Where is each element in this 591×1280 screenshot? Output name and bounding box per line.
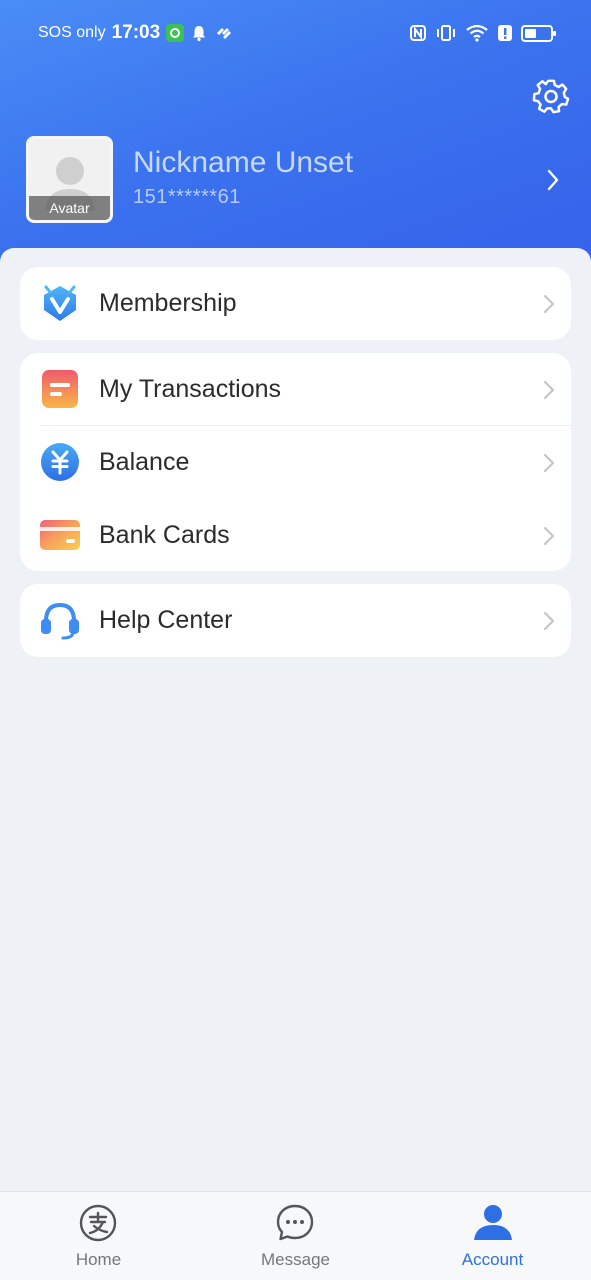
chevron-right-icon <box>544 381 554 399</box>
gear-icon <box>532 79 570 114</box>
tab-label: Message <box>261 1250 330 1269</box>
vibrate-icon <box>437 25 455 41</box>
carrier-text: SOS only <box>38 24 106 41</box>
menu-item-transactions[interactable]: My Transactions <box>20 353 571 426</box>
bank-card-icon <box>40 520 80 550</box>
menu-item-balance[interactable]: Balance <box>20 426 571 499</box>
avatar[interactable]: Avatar <box>26 136 113 223</box>
battery-icon <box>521 24 556 42</box>
menu-label: Balance <box>99 448 190 476</box>
tab-label: Account <box>461 1250 524 1269</box>
nickname: Nickname Unset <box>133 146 354 179</box>
nfc-icon <box>410 25 426 41</box>
chevron-right-icon <box>544 454 554 472</box>
wifi-icon <box>466 24 488 42</box>
membership-card: Membership <box>20 267 571 340</box>
menu-item-help-center[interactable]: Help Center <box>20 584 571 657</box>
wechat-notification-icon <box>166 24 185 42</box>
menu-item-bank-cards[interactable]: Bank Cards <box>20 499 571 572</box>
chevron-right-icon <box>544 527 554 545</box>
menu-label: Help Center <box>99 606 233 634</box>
bell-icon <box>193 26 206 42</box>
tab-label: Home <box>75 1250 122 1269</box>
tab-account[interactable]: Account <box>394 1192 591 1280</box>
chevron-right-icon <box>544 612 554 630</box>
sync-icon <box>217 28 232 39</box>
bottom-tab-bar: Home Message Account <box>0 1191 591 1280</box>
settings-button[interactable] <box>532 77 570 115</box>
yuan-coin-icon <box>41 443 79 481</box>
membership-v-icon <box>44 285 76 321</box>
profile-card[interactable]: Avatar Nickname Unset 151******61 <box>26 136 566 224</box>
content-sheet: Membership My Transactions Balance Bank … <box>0 248 591 1192</box>
finance-card: My Transactions Balance Bank Cards <box>20 353 571 571</box>
clock: 17:03 <box>111 22 161 43</box>
menu-item-membership[interactable]: Membership <box>20 267 571 340</box>
help-card: Help Center <box>20 584 571 657</box>
menu-label: My Transactions <box>99 375 282 403</box>
chevron-right-icon <box>544 295 554 313</box>
chat-bubble-icon <box>276 1204 314 1241</box>
tab-home[interactable]: Home <box>0 1192 197 1280</box>
alert-icon <box>498 25 512 41</box>
headset-icon <box>41 602 79 640</box>
tab-message[interactable]: Message <box>197 1192 394 1280</box>
chevron-right-icon <box>547 169 559 191</box>
alipay-home-icon <box>79 1204 117 1242</box>
person-icon <box>474 1205 512 1240</box>
menu-label: Membership <box>99 289 237 317</box>
transactions-icon <box>42 370 78 408</box>
status-bar: SOS only 17:03 <box>0 0 591 66</box>
menu-label: Bank Cards <box>99 521 230 549</box>
avatar-label: Avatar <box>29 196 110 220</box>
phone-number: 151******61 <box>133 186 241 208</box>
